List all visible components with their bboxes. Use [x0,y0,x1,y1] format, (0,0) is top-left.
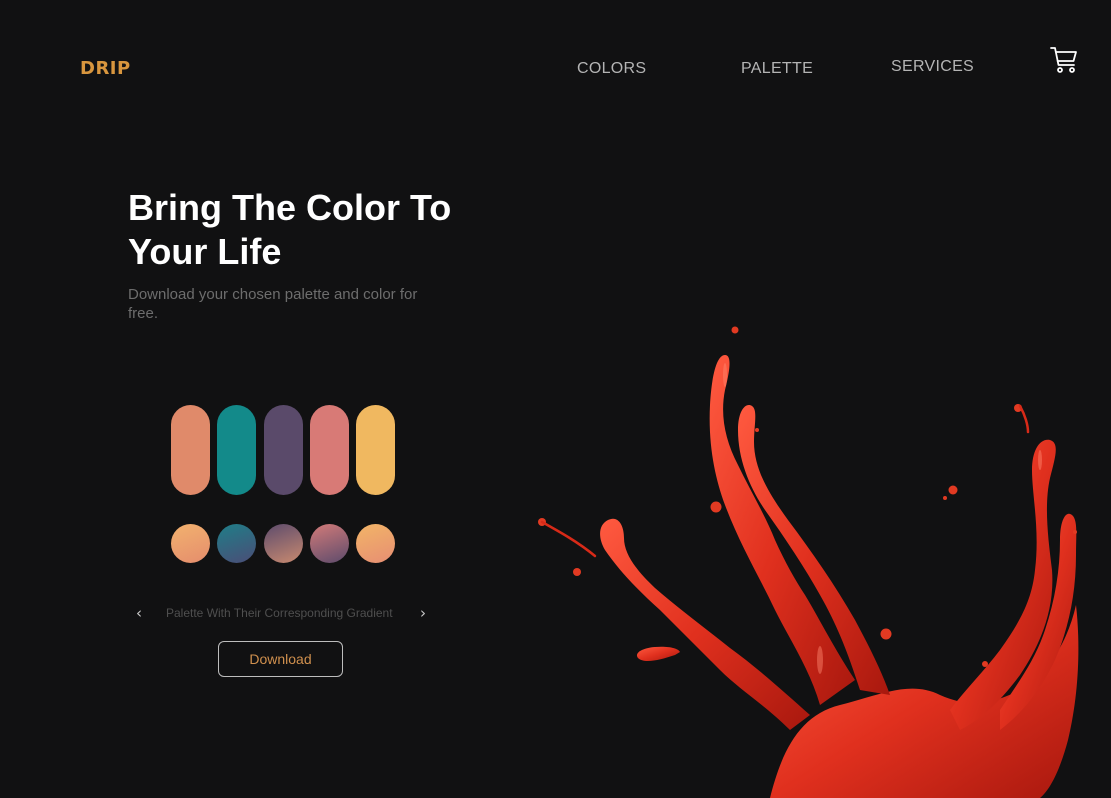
hero-title-line1: Bring The Color To [128,187,452,228]
chevron-left-icon[interactable]: ‹ [136,604,142,622]
palette-swatch[interactable] [217,405,256,495]
chevron-right-icon[interactable]: › [420,604,426,622]
gradient-swatch[interactable] [356,524,395,563]
gradient-swatch[interactable] [217,524,256,563]
gradient-swatch[interactable] [310,524,349,563]
nav-colors[interactable]: COLORS [577,60,646,78]
download-button[interactable]: Download [218,641,343,677]
nav-palette[interactable]: PALETTE [741,60,813,78]
hero-title: Bring The Color To Your Life [128,186,508,274]
hero-subtitle: Download your chosen palette and color f… [128,286,418,322]
hero-title-line2: Your Life [128,231,282,272]
palette-swatch[interactable] [310,405,349,495]
gradient-swatch[interactable] [171,524,210,563]
palette-swatch[interactable] [356,405,395,495]
palette-swatch[interactable] [171,405,210,495]
paint-splash-image [538,326,1079,798]
palette-swatch[interactable] [264,405,303,495]
nav-services[interactable]: SERVICES [891,58,974,76]
cart-icon[interactable] [1049,45,1079,75]
palette-caption: Palette With Their Corresponding Gradien… [166,606,393,620]
gradient-swatch[interactable] [264,524,303,563]
logo[interactable]: DRIP [80,58,131,79]
